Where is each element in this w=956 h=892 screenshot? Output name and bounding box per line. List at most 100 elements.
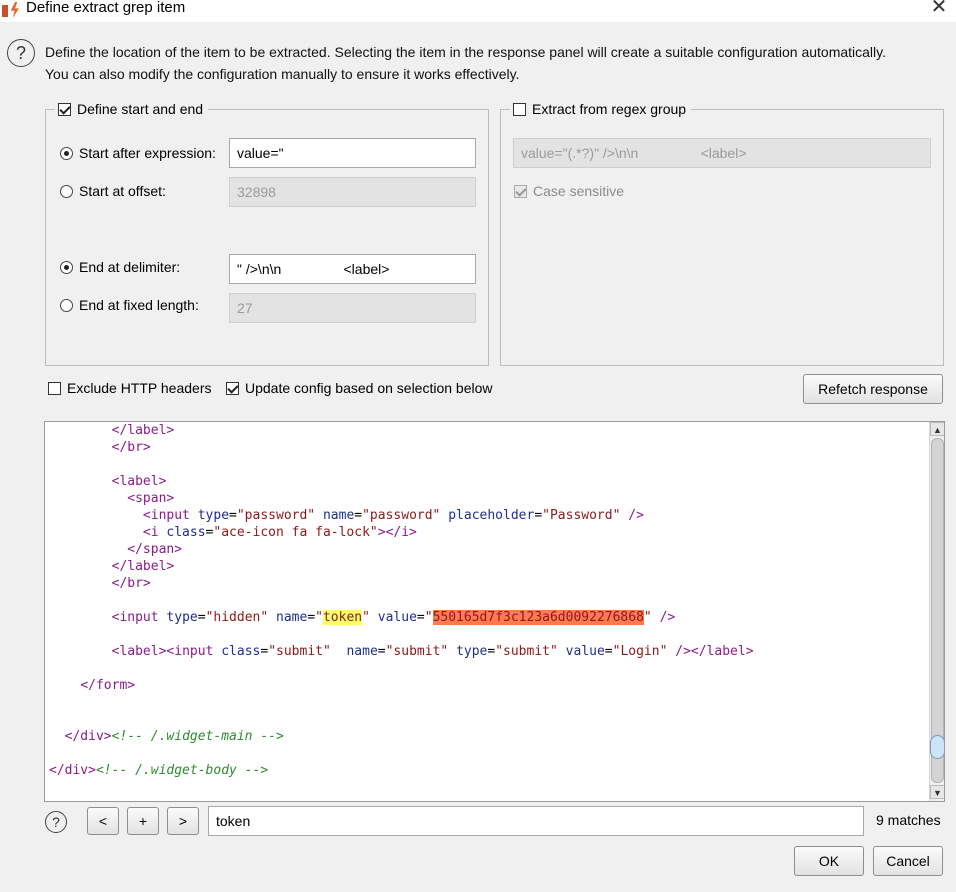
- cancel-button[interactable]: Cancel: [873, 846, 943, 876]
- end-fixed-radio[interactable]: [60, 298, 73, 312]
- code-token: "password": [362, 508, 441, 523]
- code-line[interactable]: </div><!-- /.widget-main -->: [49, 728, 754, 745]
- code-line[interactable]: </label>: [49, 558, 754, 575]
- regex-input: [513, 138, 931, 168]
- code-token: name: [276, 610, 308, 625]
- code-line[interactable]: [49, 626, 754, 643]
- code-line[interactable]: [49, 745, 754, 762]
- start-offset-label: Start at offset:: [79, 183, 166, 199]
- end-at-fixed-length-option[interactable]: End at fixed length:: [60, 297, 199, 313]
- update-config-checkbox[interactable]: [226, 381, 239, 395]
- code-line[interactable]: </div><!-- /.widget-body -->: [49, 762, 754, 779]
- case-sensitive-checkbox: [514, 184, 527, 198]
- start-offset-input: [229, 177, 476, 207]
- scroll-thumb[interactable]: [931, 438, 944, 783]
- add-search-button[interactable]: +: [127, 807, 159, 835]
- code-line[interactable]: [49, 660, 754, 677]
- code-token: class: [221, 644, 261, 659]
- code-line[interactable]: </label>: [49, 422, 754, 439]
- code-line[interactable]: </form>: [49, 677, 754, 694]
- code-token: value: [565, 644, 605, 659]
- code-token: ": [362, 610, 370, 625]
- code-line[interactable]: <input type="hidden" name="token" value=…: [49, 609, 754, 626]
- code-line[interactable]: <label>: [49, 473, 754, 490]
- search-help-icon[interactable]: ?: [45, 811, 67, 833]
- search-input[interactable]: [208, 806, 864, 836]
- code-token: =: [260, 644, 269, 659]
- description-line-2: You can also modify the configuration ma…: [45, 66, 520, 82]
- code-token: "submit": [385, 644, 449, 659]
- end-fixed-label: End at fixed length:: [79, 297, 199, 313]
- start-offset-radio[interactable]: [60, 184, 73, 198]
- code-line[interactable]: <input type="password" name="password" p…: [49, 507, 754, 524]
- code-token: </label>: [111, 559, 175, 574]
- previous-match-button[interactable]: <: [87, 807, 119, 835]
- selected-extract-value: 550165d7f3c123a6d0092276868: [432, 610, 644, 625]
- code-line[interactable]: [49, 711, 754, 728]
- code-token: ": [424, 610, 433, 625]
- code-token: />: [659, 610, 676, 625]
- code-line[interactable]: </br>: [49, 439, 754, 456]
- code-line[interactable]: [49, 456, 754, 473]
- code-line[interactable]: </span>: [49, 541, 754, 558]
- burp-app-icon: [2, 2, 20, 18]
- extract-regex-checkbox[interactable]: [513, 102, 526, 116]
- scroll-up-icon[interactable]: ▲: [930, 422, 944, 436]
- ok-button[interactable]: OK: [794, 846, 864, 876]
- start-after-input[interactable]: [229, 138, 476, 168]
- help-icon[interactable]: ?: [7, 39, 35, 67]
- code-line[interactable]: <i class="ace-icon fa fa-lock"></i>: [49, 524, 754, 541]
- code-token: </div>: [64, 729, 112, 744]
- vertical-scrollbar[interactable]: ▲ ▼: [929, 422, 944, 801]
- start-end-legend[interactable]: Define start and end: [55, 99, 209, 119]
- end-delimiter-radio[interactable]: [60, 260, 73, 274]
- code-token: =: [197, 610, 206, 625]
- end-delimiter-label: End at delimiter:: [79, 259, 181, 275]
- end-delimiter-input[interactable]: [229, 254, 476, 284]
- code-token: <!-- /.widget-main -->: [111, 729, 284, 744]
- code-token: name: [346, 644, 378, 659]
- code-token: />: [628, 508, 644, 523]
- code-token: =: [307, 610, 316, 625]
- code-token: =: [354, 508, 363, 523]
- code-token: <i: [142, 525, 159, 540]
- next-match-button[interactable]: >: [167, 807, 199, 835]
- start-after-expression-option[interactable]: Start after expression:: [60, 145, 216, 161]
- regex-legend[interactable]: Extract from regex group: [510, 99, 692, 119]
- code-line[interactable]: [49, 592, 754, 609]
- code-line[interactable]: <label><input class="submit" name="submi…: [49, 643, 754, 660]
- code-line[interactable]: <span>: [49, 490, 754, 507]
- close-icon[interactable]: ✕: [928, 0, 950, 18]
- response-code[interactable]: </label> </br> <label> <span> <input typ…: [49, 422, 754, 779]
- code-token: <input: [166, 644, 214, 659]
- code-token: "submit": [268, 644, 331, 659]
- scroll-down-icon[interactable]: ▼: [930, 785, 944, 799]
- code-token: "password": [236, 508, 316, 523]
- exclude-headers-option[interactable]: Exclude HTTP headers: [48, 380, 211, 396]
- start-after-radio[interactable]: [60, 146, 73, 160]
- code-token: ></i>: [377, 525, 417, 540]
- code-line[interactable]: [49, 694, 754, 711]
- response-editor[interactable]: </label> </br> <label> <span> <input typ…: [44, 421, 945, 802]
- exclude-headers-checkbox[interactable]: [48, 381, 61, 395]
- refetch-response-button[interactable]: Refetch response: [803, 374, 943, 404]
- code-token: class: [166, 525, 206, 540]
- start-at-offset-option[interactable]: Start at offset:: [60, 183, 166, 199]
- end-at-delimiter-option[interactable]: End at delimiter:: [60, 259, 180, 275]
- code-line[interactable]: </br>: [49, 575, 754, 592]
- window-title: Define extract grep item: [26, 0, 186, 16]
- case-sensitive-label: Case sensitive: [533, 183, 625, 199]
- scroll-position-marker[interactable]: [930, 735, 944, 759]
- update-config-option[interactable]: Update config based on selection below: [226, 380, 493, 396]
- define-start-end-checkbox[interactable]: [58, 102, 71, 116]
